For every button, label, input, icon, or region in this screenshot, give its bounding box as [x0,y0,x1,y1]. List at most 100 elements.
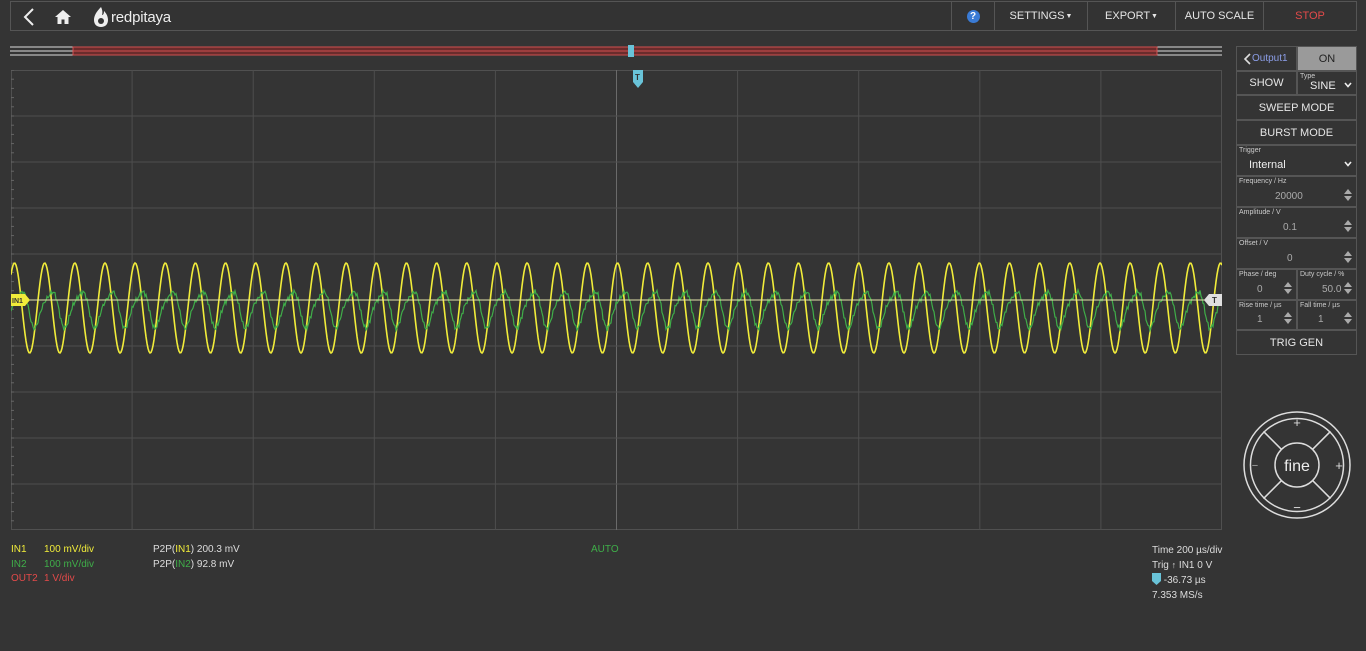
frequency-stepper[interactable] [1344,187,1352,203]
output-on-button[interactable]: ON [1297,46,1357,71]
redpitaya-logo-icon [94,7,108,27]
trigger-label: Trigger [1239,147,1261,154]
trig-source: IN1 0 V [1178,560,1213,571]
rise-time-field[interactable]: Rise time / µs 1 [1236,300,1297,330]
trig-marker-label: T [1212,296,1217,305]
caret-down-icon: ▼ [1151,12,1158,20]
duty-cycle-field[interactable]: Duty cycle / % 50.0 [1297,269,1357,300]
generator-panel: Output1 ON SHOW Type SINE SWEEP MODE BUR… [1236,46,1357,355]
buffer-timeline[interactable] [10,44,1222,57]
sweep-mode-button[interactable]: SWEEP MODE [1236,95,1357,120]
channel-scale: 1 V/div [44,573,75,584]
fall-time-stepper[interactable] [1344,310,1352,326]
channel-row-out2[interactable]: OUT2 1 V/div [11,572,94,587]
channel-row-in2[interactable]: IN2 100 mV/div [11,558,94,573]
phase-value: 0 [1257,284,1263,295]
duty-cycle-stepper[interactable] [1344,280,1352,296]
channel-row-in1[interactable]: IN1 100 mV/div [11,543,94,558]
measurement-channel: IN2 [175,558,191,570]
in1-marker-label: IN1 [12,298,23,305]
measurement-prefix: P2P( [153,558,176,570]
type-select[interactable]: Type SINE [1297,71,1357,95]
timeline-position-marker[interactable] [628,45,634,57]
measurement-prefix: P2P( [153,544,176,555]
trigger-marker-icon [1152,573,1161,585]
top-bar: redpitaya ? SETTINGS ▼ EXPORT ▼ AUTO SCA… [10,1,1357,31]
channel-scale: 100 mV/div [44,558,95,570]
measurement-channel: IN1 [175,544,191,555]
sample-rate: 7.353 MS/s [1152,590,1203,601]
channel-status: IN1 100 mV/div IN2 100 mV/div OUT2 1 V/d… [11,543,94,587]
measurement-in1: P2P(IN1) 200.3 mV [153,543,240,558]
trigger-marker-label: T [635,73,640,82]
output-selector[interactable]: Output1 [1236,46,1297,71]
trigger-level-marker[interactable]: T [1204,294,1222,306]
amplitude-field[interactable]: Amplitude / V 0.1 [1236,207,1357,238]
channel-scale: 100 mV/div [44,544,95,555]
measurements: P2P(IN1) 200.3 mV P2P(IN2) 92.8 mV [153,543,240,572]
type-label: Type [1300,73,1316,80]
redpitaya-logo[interactable]: redpitaya [93,4,171,30]
acquisition-status: Time 200 µs/div Trig ↑ IN1 0 V -36.73 µs… [1152,543,1222,603]
amplitude-label: Amplitude / V [1239,209,1281,216]
stop-button[interactable]: STOP [1263,2,1356,30]
show-button[interactable]: SHOW [1236,71,1297,95]
settings-menu[interactable]: SETTINGS ▼ [994,2,1087,30]
trigger-delay: -36.73 µs [1152,573,1222,588]
channel-name: IN1 [11,544,27,555]
plus-icon: + [1293,415,1301,430]
jog-wheel: fine + + − − [1242,410,1352,520]
jog-center-label: fine [1284,458,1310,475]
amplitude-value: 0.1 [1283,222,1297,233]
burst-mode-button[interactable]: BURST MODE [1236,120,1357,145]
channel-name: OUT2 [11,573,38,584]
offset-value: 0 [1287,253,1293,264]
amplitude-stepper[interactable] [1344,218,1352,234]
output-name: Output1 [1252,53,1288,64]
measurement-value: ) 92.8 mV [190,558,235,570]
auto-scale-button[interactable]: AUTO SCALE [1175,2,1263,30]
fall-time-field[interactable]: Fall time / µs 1 [1297,300,1357,330]
type-value: SINE [1310,80,1336,92]
trigger-value: Internal [1249,159,1286,171]
duty-cycle-value: 50.0 [1322,284,1342,295]
time-per-div: Time 200 µs/div [1152,545,1223,556]
minus-icon: − [1293,500,1301,515]
rise-time-value: 1 [1257,314,1263,325]
offset-stepper[interactable] [1344,249,1352,265]
trig-delay-value: -36.73 µs [1163,575,1206,586]
chevron-down-icon [1344,159,1352,169]
plus-icon: + [1335,458,1343,473]
frequency-label: Frequency / Hz [1239,178,1287,185]
measurement-value: ) 200.3 mV [190,544,240,555]
channel-name: IN2 [11,558,27,570]
trigger-select[interactable]: Trigger Internal [1236,145,1357,176]
minus-icon: − [1252,460,1258,472]
phase-stepper[interactable] [1284,280,1292,296]
logo-text: redpitaya [111,8,171,26]
fall-time-value: 1 [1318,314,1324,325]
chevron-down-icon [1344,80,1352,90]
measurement-in2: P2P(IN2) 92.8 mV [153,558,240,573]
trigger-info: Trig ↑ IN1 0 V [1152,558,1222,573]
rising-edge-icon: ↑ [1171,560,1177,570]
back-icon[interactable] [17,2,41,32]
rise-time-stepper[interactable] [1284,310,1292,326]
trig-gen-button[interactable]: TRIG GEN [1236,330,1357,355]
chevron-left-icon [1243,52,1251,70]
main-menu: ? SETTINGS ▼ EXPORT ▼ AUTO SCALE STOP [951,2,1356,30]
oscilloscope-plot[interactable]: IN1 T T [11,70,1222,530]
offset-field[interactable]: Offset / V 0 [1236,238,1357,269]
help-button[interactable]: ? [951,2,994,30]
export-menu[interactable]: EXPORT ▼ [1087,2,1175,30]
home-icon[interactable] [51,2,75,32]
frequency-value: 20000 [1275,191,1303,202]
offset-label: Offset / V [1239,240,1269,247]
frequency-field[interactable]: Frequency / Hz 20000 [1236,176,1357,207]
fall-time-label: Fall time / µs [1300,302,1340,309]
settings-label: SETTINGS [1009,10,1065,22]
phase-field[interactable]: Phase / deg 0 [1236,269,1297,300]
trigger-state: AUTO [591,544,619,555]
help-icon: ? [966,9,980,23]
trigger-time-marker[interactable]: T [633,70,643,88]
